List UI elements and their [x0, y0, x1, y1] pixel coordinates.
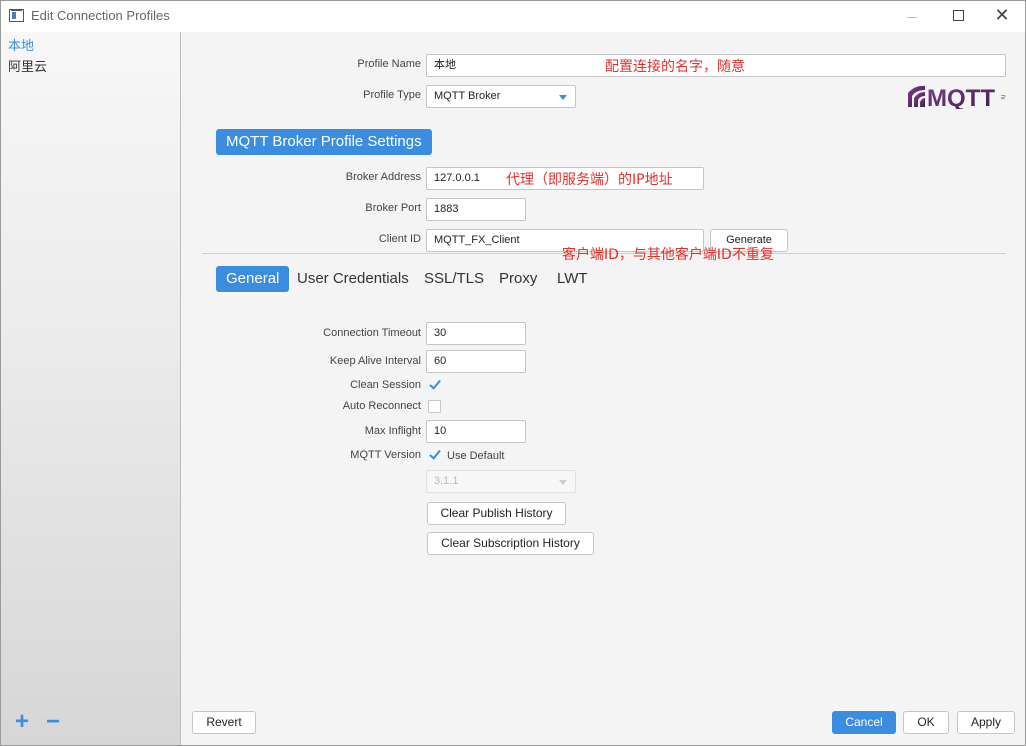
profile-type-value: MQTT Broker — [434, 90, 501, 102]
cancel-button[interactable]: Cancel — [832, 711, 896, 734]
tab-lwt[interactable]: LWT — [547, 266, 598, 292]
keep-alive-label: Keep Alive Interval — [329, 355, 421, 367]
clear-subscription-history-button[interactable]: Clear Subscription History — [427, 532, 594, 555]
client-id-annotation: 客户端ID，与其他客户端ID不重复 — [562, 247, 774, 263]
window-title: Edit Connection Profiles — [31, 8, 170, 23]
profile-settings-panel: Profile Name 本地 配置连接的名字，随意 Profile Type … — [182, 32, 1025, 745]
tab-ssl-tls[interactable]: SSL/TLS — [414, 266, 494, 292]
profile-type-label: Profile Type — [363, 89, 421, 101]
broker-address-value: 127.0.0.1 — [434, 172, 480, 184]
use-default-checkbox[interactable] — [428, 448, 441, 461]
use-default-label: Use Default — [447, 450, 505, 462]
title-bar: Edit Connection Profiles ✕ — [1, 1, 1025, 32]
maximize-button[interactable] — [935, 1, 981, 31]
clean-session-checkbox[interactable] — [428, 378, 441, 391]
broker-port-label: Broker Port — [365, 202, 421, 214]
profile-type-select[interactable]: MQTT Broker — [426, 85, 576, 108]
mqtt-version-select: 3.1.1 — [426, 470, 576, 493]
profile-name-annotation: 配置连接的名字，随意 — [605, 59, 745, 75]
logo-subtext: fx — [999, 95, 1005, 100]
logo-text: MQTT — [927, 85, 995, 109]
tab-proxy[interactable]: Proxy — [489, 266, 547, 292]
broker-address-annotation: 代理（即服务端）的IP地址 — [506, 172, 673, 188]
close-button[interactable]: ✕ — [979, 1, 1025, 31]
profile-item-aliyun[interactable]: 阿里云 — [8, 56, 47, 75]
chevron-down-icon — [559, 95, 567, 100]
broker-port-input[interactable]: 1883 — [426, 198, 526, 221]
add-profile-button[interactable]: + — [15, 710, 29, 734]
tab-general[interactable]: General — [216, 266, 290, 292]
clear-publish-history-button[interactable]: Clear Publish History — [427, 502, 566, 525]
profile-item-local[interactable]: 本地 — [8, 35, 34, 54]
tab-user-credentials[interactable]: User Credentials — [287, 266, 419, 292]
ok-button[interactable]: OK — [903, 711, 949, 734]
apply-button[interactable]: Apply — [957, 711, 1015, 734]
mqtt-version-value: 3.1.1 — [434, 475, 459, 487]
clean-session-label: Clean Session — [350, 379, 421, 391]
profile-name-label: Profile Name — [357, 58, 421, 70]
connection-timeout-label: Connection Timeout — [323, 327, 421, 339]
edit-connection-profiles-window: Edit Connection Profiles ✕ 本地 阿里云 + − Pr… — [0, 0, 1026, 746]
client-id-label: Client ID — [378, 233, 421, 245]
mqtt-version-label: MQTT Version — [350, 449, 421, 461]
mqtt-fx-logo: MQTT fx — [908, 85, 1005, 109]
minus-icon: − — [46, 708, 61, 735]
minimize-icon — [907, 16, 917, 18]
auto-reconnect-label: Auto Reconnect — [342, 400, 421, 412]
max-inflight-label: Max Inflight — [364, 425, 421, 437]
auto-reconnect-checkbox[interactable] — [428, 400, 441, 413]
plus-icon: + — [15, 708, 30, 735]
revert-button[interactable]: Revert — [192, 711, 256, 734]
broker-settings-header: MQTT Broker Profile Settings — [216, 129, 432, 155]
maximize-icon — [952, 10, 964, 22]
close-icon: ✕ — [994, 5, 1010, 26]
app-icon — [9, 9, 24, 22]
connection-timeout-input[interactable]: 30 — [426, 322, 526, 345]
profiles-sidebar: 本地 阿里云 + − — [1, 32, 181, 745]
broker-address-label: Broker Address — [345, 171, 421, 183]
keep-alive-input[interactable]: 60 — [426, 350, 526, 373]
chevron-down-icon — [559, 480, 567, 485]
minimize-button[interactable] — [889, 1, 935, 31]
max-inflight-input[interactable]: 10 — [426, 420, 526, 443]
remove-profile-button[interactable]: − — [46, 710, 60, 734]
